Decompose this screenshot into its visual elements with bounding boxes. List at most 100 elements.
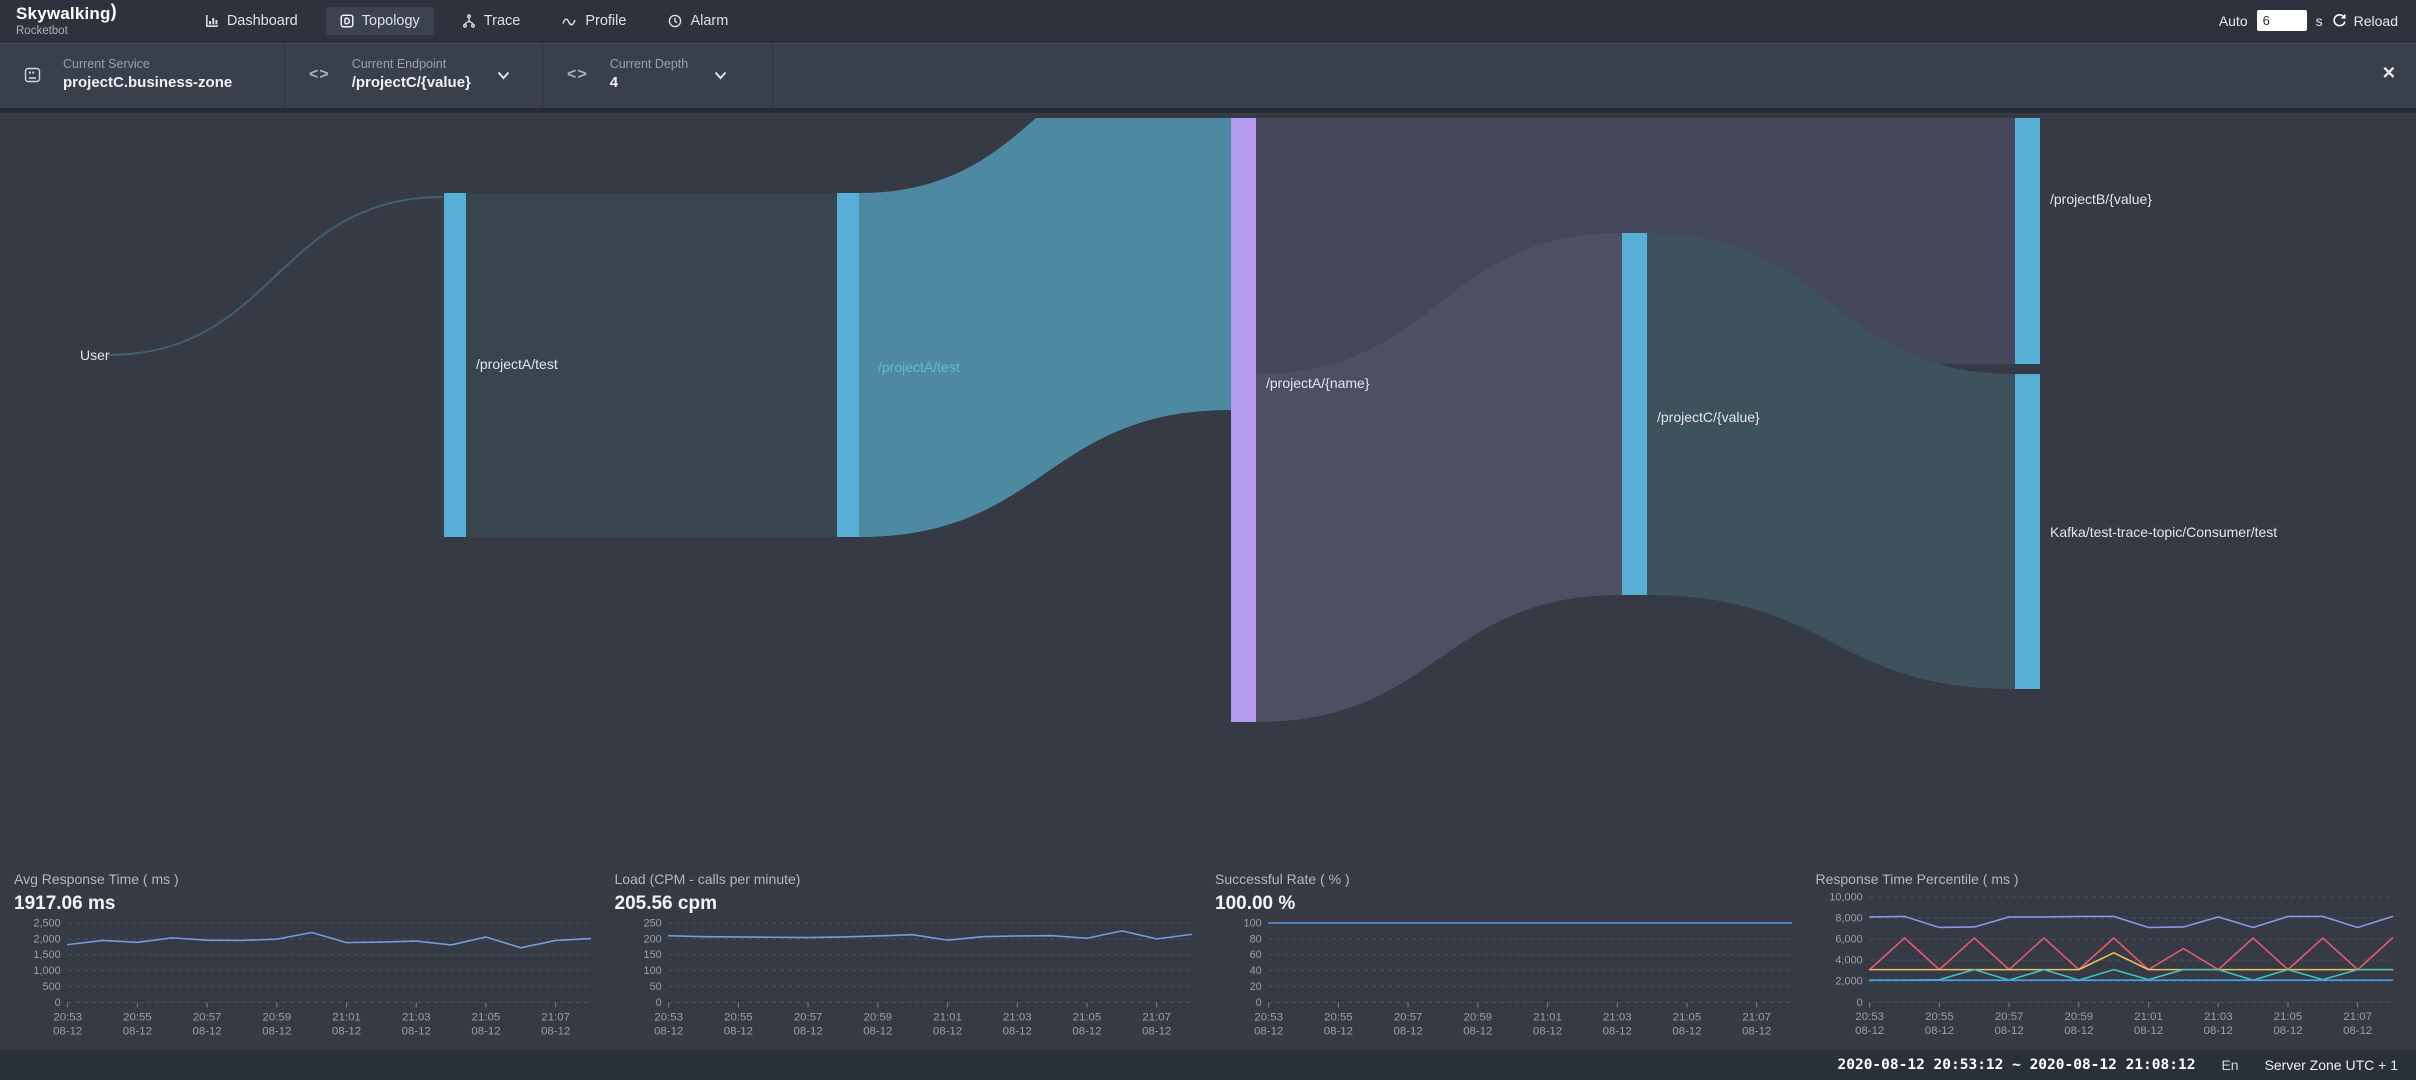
- y-tick-label: 8,000: [1835, 913, 1862, 925]
- chart-canvas-avg-response-time[interactable]: 05001,0001,5002,0002,50020:5308-1220:550…: [14, 915, 601, 1048]
- series-load-line: [668, 931, 1191, 940]
- chart-value: 1917.06 ms: [14, 889, 601, 915]
- reload-button[interactable]: Reload: [2332, 13, 2398, 29]
- chart-canvas-load-cpm[interactable]: 05010015020025020:5308-1220:5508-1220:57…: [615, 915, 1202, 1048]
- x-tick-date: 08-12: [402, 1025, 431, 1037]
- current-service-label: Current Service: [63, 57, 232, 73]
- flow-user-to-projectA-test[interactable]: [108, 197, 443, 355]
- x-tick-date: 08-12: [471, 1025, 500, 1037]
- x-tick-time: 20:57: [1394, 1011, 1423, 1023]
- flow-projectA-test-to-projectA-name[interactable]: [859, 118, 1231, 537]
- current-endpoint-label: Current Endpoint: [352, 57, 471, 73]
- current-service-selector[interactable]: Current Service projectC.business-zone: [0, 42, 285, 108]
- x-tick-date: 08-12: [1002, 1025, 1031, 1037]
- language-toggle[interactable]: En: [2221, 1057, 2238, 1073]
- x-tick-time: 20:53: [1254, 1011, 1283, 1023]
- y-tick-label: 0: [655, 997, 661, 1009]
- topology-icon: [340, 14, 354, 28]
- y-tick-label: 100: [1243, 917, 1261, 929]
- x-tick-time: 21:01: [332, 1011, 361, 1023]
- x-tick-date: 08-12: [1142, 1025, 1171, 1037]
- current-endpoint-selector[interactable]: <> Current Endpoint /projectC/{value}: [285, 42, 543, 108]
- x-tick-date: 08-12: [1742, 1025, 1771, 1037]
- x-tick-date: 08-12: [262, 1025, 291, 1037]
- chart-value: 205.56 cpm: [615, 889, 1202, 915]
- nav-item-trace[interactable]: Trace: [448, 7, 535, 35]
- reload-icon: [2332, 13, 2347, 28]
- y-tick-label: 100: [643, 965, 661, 977]
- y-tick-label: 0: [55, 997, 61, 1009]
- y-tick-label: 2,000: [33, 933, 60, 945]
- profile-icon: [562, 15, 577, 27]
- nav-item-profile[interactable]: Profile: [548, 7, 640, 35]
- x-tick-time: 21:05: [472, 1011, 501, 1023]
- current-depth-value: 4: [610, 74, 689, 93]
- sankey-node-projectC-value[interactable]: [1622, 233, 1647, 595]
- x-tick-time: 20:55: [1324, 1011, 1353, 1023]
- x-tick-date: 08-12: [193, 1025, 222, 1037]
- x-tick-time: 21:07: [2343, 1011, 2372, 1023]
- nav-item-topology[interactable]: Topology: [326, 7, 434, 35]
- x-tick-time: 20:57: [193, 1011, 222, 1023]
- time-range: 2020-08-12 20:53:12 ~ 2020-08-12 21:08:1…: [1838, 1057, 2196, 1073]
- y-tick-label: 6,000: [1835, 934, 1862, 946]
- x-tick-date: 08-12: [1924, 1025, 1953, 1037]
- x-tick-time: 20:53: [1855, 1011, 1884, 1023]
- y-tick-label: 0: [1256, 997, 1262, 1009]
- sankey-node-label-projectC-value: /projectC/{value}: [1657, 409, 1760, 425]
- nav-item-alarm[interactable]: Alarm: [654, 7, 742, 35]
- metric-charts-row: Avg Response Time ( ms ) 1917.06 ms 0500…: [0, 861, 2416, 1050]
- y-tick-label: 20: [1250, 981, 1262, 993]
- sankey-canvas[interactable]: User/projectA/test/projectA/test/project…: [0, 118, 2416, 863]
- x-tick-date: 08-12: [2273, 1025, 2302, 1037]
- chart-title: Avg Response Time ( ms ): [14, 865, 601, 889]
- x-tick-date: 08-12: [723, 1025, 752, 1037]
- chart-canvas-response-time-percentile[interactable]: 02,0004,0006,0008,00010,00020:5308-1220:…: [1816, 889, 2403, 1048]
- chevron-down-icon[interactable]: [497, 71, 510, 80]
- sankey-node-label-projectA-name: /projectA/{name}: [1266, 375, 1370, 391]
- dashboard-icon: [205, 14, 219, 28]
- x-tick-time: 21:05: [1673, 1011, 1702, 1023]
- chart-title: Response Time Percentile ( ms ): [1816, 865, 2403, 889]
- refresh-controls: Auto s Reload: [2219, 10, 2398, 31]
- code-brackets-icon: <>: [567, 66, 588, 84]
- chevron-down-icon[interactable]: [714, 71, 727, 80]
- sankey-node-projectA-name[interactable]: [1231, 118, 1256, 722]
- chart-canvas-successful-rate[interactable]: 02040608010020:5308-1220:5508-1220:5708-…: [1215, 915, 1802, 1048]
- sankey-node-label-projectA-test-2: /projectA/test: [878, 359, 960, 375]
- alarm-icon: [668, 14, 682, 28]
- x-tick-date: 08-12: [2133, 1025, 2162, 1037]
- sankey-node-projectA-test-2[interactable]: [837, 193, 859, 537]
- close-icon[interactable]: ✕: [2382, 63, 2396, 83]
- current-depth-selector[interactable]: <> Current Depth 4: [543, 42, 773, 108]
- x-tick-time: 20:53: [654, 1011, 683, 1023]
- x-tick-time: 20:57: [1994, 1011, 2023, 1023]
- auto-interval-input[interactable]: [2257, 10, 2307, 31]
- chart-title: Successful Rate ( % ): [1215, 865, 1802, 889]
- y-tick-label: 1,000: [33, 965, 60, 977]
- x-tick-time: 20:55: [123, 1011, 152, 1023]
- sankey-node-projectB-value[interactable]: [2015, 118, 2040, 364]
- sankey-node-kafka-consumer[interactable]: [2015, 374, 2040, 689]
- x-tick-time: 21:01: [1533, 1011, 1562, 1023]
- code-brackets-icon: <>: [309, 66, 330, 84]
- sankey-node-projectA-test-1[interactable]: [444, 193, 466, 537]
- app-logo[interactable]: Skywalking) Rocketbot: [16, 4, 117, 37]
- x-tick-date: 08-12: [863, 1025, 892, 1037]
- x-tick-time: 21:05: [2273, 1011, 2302, 1023]
- x-tick-date: 08-12: [1672, 1025, 1701, 1037]
- chart-successful-rate: Successful Rate ( % ) 100.00 % 020406080…: [1215, 865, 1802, 1050]
- top-nav: Skywalking) Rocketbot Dashboard Topology…: [0, 0, 2416, 42]
- current-depth-label: Current Depth: [610, 57, 689, 73]
- y-tick-label: 250: [643, 917, 661, 929]
- x-tick-date: 08-12: [1994, 1025, 2023, 1037]
- y-tick-label: 150: [643, 949, 661, 961]
- x-tick-date: 08-12: [1072, 1025, 1101, 1037]
- x-tick-date: 08-12: [332, 1025, 361, 1037]
- nav-item-dashboard[interactable]: Dashboard: [191, 7, 312, 35]
- topology-selector-bar: Current Service projectC.business-zone <…: [0, 42, 2416, 113]
- chart-avg-response-time: Avg Response Time ( ms ) 1917.06 ms 0500…: [14, 865, 601, 1050]
- logo-subtitle: Rocketbot: [16, 25, 117, 37]
- x-tick-date: 08-12: [793, 1025, 822, 1037]
- auto-label: Auto: [2219, 13, 2248, 29]
